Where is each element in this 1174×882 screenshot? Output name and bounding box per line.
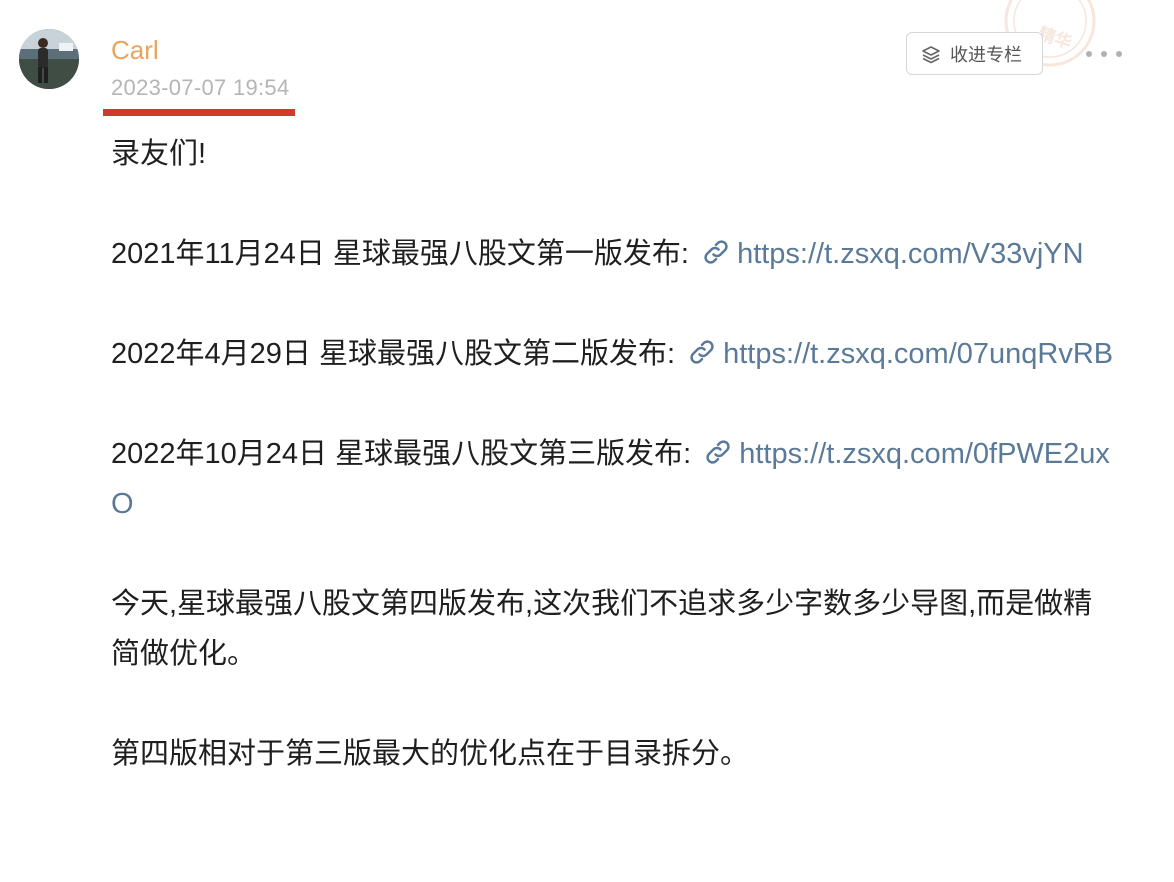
- intro-paragraph: 录友们!: [111, 138, 207, 170]
- release-text: 2021年11月24日 星球最强八股文第一版发布:: [111, 238, 689, 270]
- post-content: 录友们! 2021年11月24日 星球最强八股文第一版发布: https://t…: [111, 129, 1121, 829]
- release-paragraph: 2022年10月24日 星球最强八股文第三版发布: https://t.zsxq…: [111, 429, 1121, 529]
- release-text: 2022年10月24日 星球最强八股文第三版发布:: [111, 438, 692, 470]
- release-link[interactable]: https://t.zsxq.com/07unqRvRB: [683, 338, 1113, 370]
- post-time: 2023-07-07 19:54: [111, 75, 290, 100]
- release-url[interactable]: https://t.zsxq.com/07unqRvRB: [723, 338, 1113, 370]
- release-url[interactable]: https://t.zsxq.com/V33vjYN: [737, 238, 1084, 270]
- today-paragraph: 今天,星球最强八股文第四版发布,这次我们不追求多少字数多少导图,而是做精简做优化…: [111, 588, 1093, 670]
- chain-link-icon: [706, 440, 730, 464]
- compare-paragraph: 第四版相对于第三版最大的优化点在于目录拆分。: [111, 738, 750, 770]
- author-name[interactable]: Carl: [111, 34, 159, 66]
- release-paragraph: 2022年4月29日 星球最强八股文第二版发布: https://t.zsxq.…: [111, 329, 1121, 379]
- release-paragraph: 2021年11月24日 星球最强八股文第一版发布: https://t.zsxq…: [111, 229, 1121, 279]
- red-underline-annotation: [103, 109, 295, 116]
- release-text: 2022年4月29日 星球最强八股文第二版发布:: [111, 338, 676, 370]
- avatar[interactable]: [19, 29, 79, 89]
- chain-link-icon: [704, 240, 728, 264]
- more-options-icon[interactable]: [1086, 44, 1122, 64]
- stack-layers-icon: [920, 43, 942, 65]
- collect-to-column-button[interactable]: 收进专栏: [906, 32, 1043, 75]
- avatar-photo: [19, 29, 79, 89]
- chain-link-icon: [690, 340, 714, 364]
- collect-to-column-label: 收进专栏: [950, 44, 1022, 65]
- release-link[interactable]: https://t.zsxq.com/V33vjYN: [697, 238, 1084, 270]
